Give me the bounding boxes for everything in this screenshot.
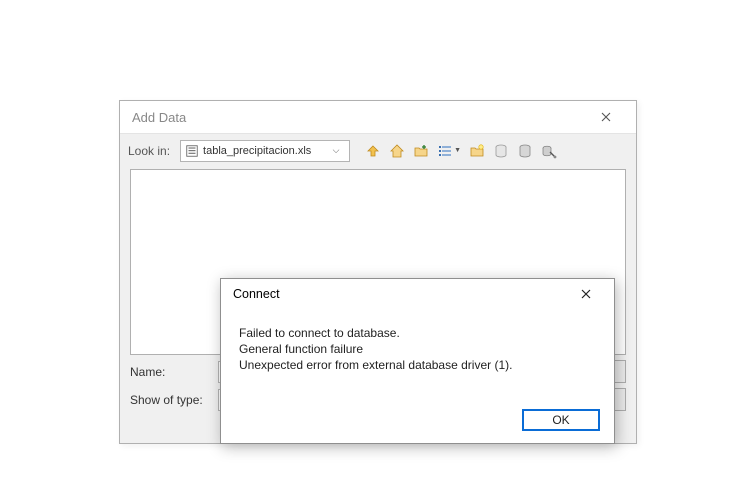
error-line-3: Unexpected error from external database … (239, 357, 596, 373)
chevron-down-icon: ▼ (454, 147, 461, 154)
folder-plus-icon (413, 143, 429, 159)
lookin-value: tabla_precipitacion.xls (203, 145, 323, 157)
database-connection-icon (541, 143, 557, 159)
window-title: Add Data (132, 110, 186, 125)
toolbar: Look in: tabla_precipitacion.xls ⌵ (120, 133, 636, 167)
modal-title: Connect (233, 287, 280, 301)
titlebar: Add Data (120, 101, 636, 133)
up-arrow-icon (365, 143, 381, 159)
error-line-1: Failed to connect to database. (239, 325, 596, 341)
lookin-dropdown[interactable]: tabla_precipitacion.xls ⌵ (180, 140, 350, 162)
connect-to-folder-button[interactable] (410, 140, 432, 162)
new-file-gdb-button[interactable] (490, 140, 512, 162)
new-personal-gdb-button[interactable] (514, 140, 536, 162)
lookin-label: Look in: (128, 144, 170, 158)
xls-file-icon (185, 144, 199, 158)
ok-button[interactable]: OK (522, 409, 600, 431)
add-data-window: Add Data Look in: tabla_precipitacion.xl… (119, 100, 637, 444)
modal-body: Failed to connect to database. General f… (221, 309, 614, 373)
error-line-2: General function failure (239, 341, 596, 357)
home-button[interactable] (386, 140, 408, 162)
connect-error-dialog: Connect Failed to connect to database. G… (220, 278, 615, 444)
name-label: Name: (130, 365, 210, 379)
chevron-down-icon[interactable]: ⌵ (327, 145, 345, 156)
new-folder-button[interactable] (466, 140, 488, 162)
toolbar-icons: ▼ (362, 140, 560, 162)
new-folder-icon (469, 143, 485, 159)
close-icon (601, 112, 611, 122)
close-icon (581, 289, 591, 299)
showtype-label: Show of type: (130, 393, 210, 407)
window-close-button[interactable] (586, 103, 626, 131)
modal-titlebar: Connect (221, 279, 614, 309)
up-one-level-button[interactable] (362, 140, 384, 162)
new-connection-button[interactable] (538, 140, 560, 162)
modal-actions: OK (522, 409, 600, 431)
cylinder-icon (517, 143, 533, 159)
home-icon (389, 143, 405, 159)
modal-close-button[interactable] (568, 281, 604, 307)
file-gdb-icon (493, 143, 509, 159)
list-view-icon (437, 143, 453, 159)
list-view-button[interactable]: ▼ (434, 140, 464, 162)
